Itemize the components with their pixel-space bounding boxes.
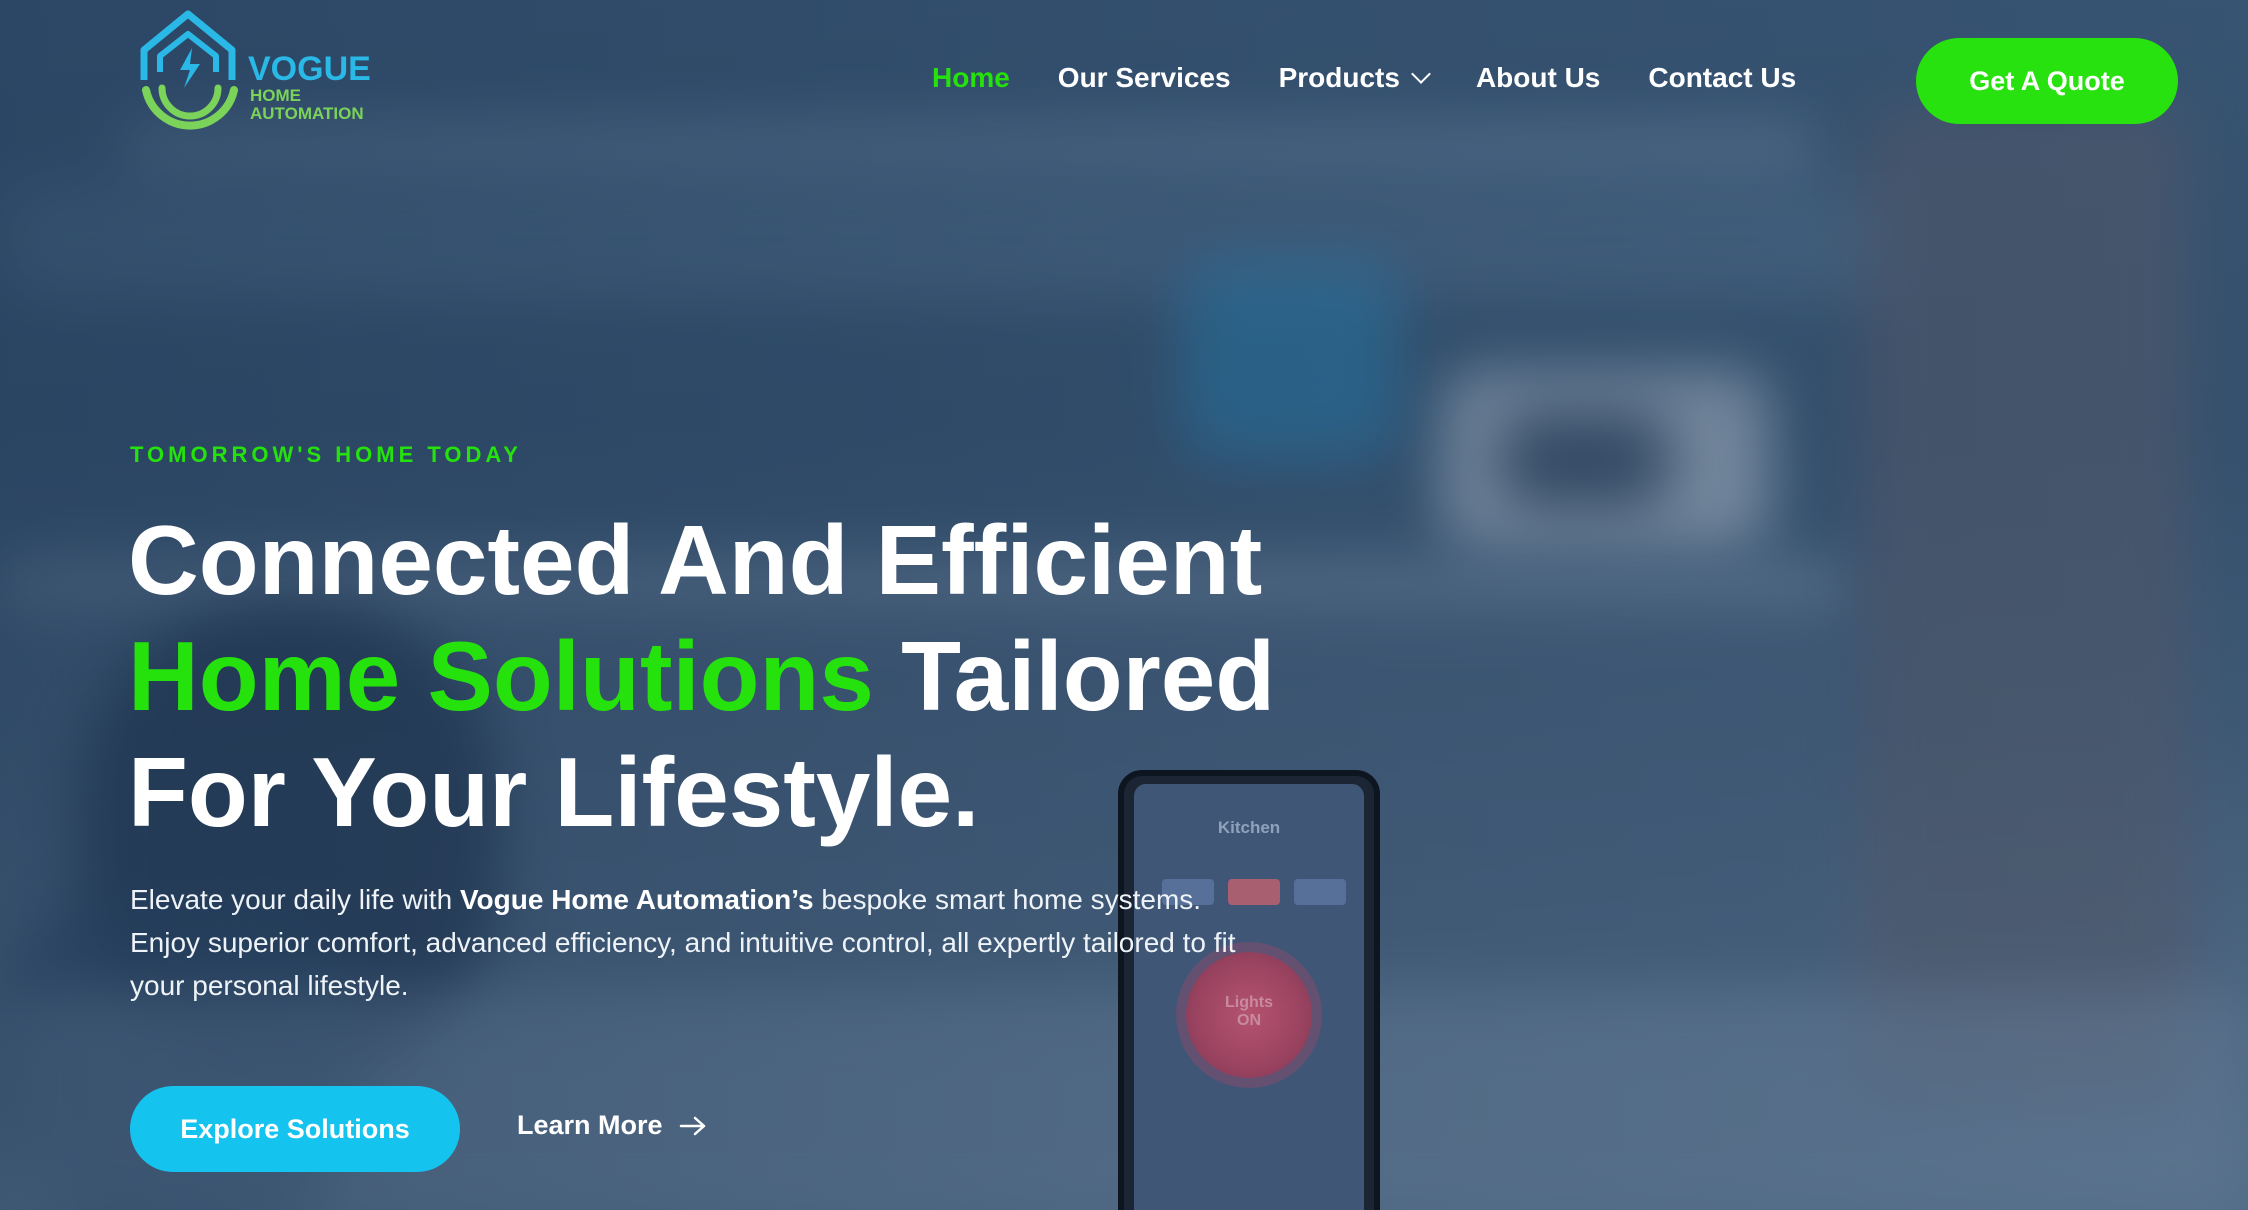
main-nav: Home Our Services Products About Us Cont… — [932, 62, 1844, 94]
nav-item-home[interactable]: Home — [932, 62, 1010, 94]
logo-wordmark: VOGUE — [248, 50, 371, 88]
arrow-right-icon — [679, 1116, 705, 1135]
hero-headline: Connected And Efficient Home Solutions T… — [128, 502, 1428, 850]
headline-line-1: Connected And Efficient — [128, 505, 1263, 615]
house-bolt-icon — [140, 10, 238, 130]
learn-more-link[interactable]: Learn More — [517, 1110, 707, 1141]
hero-description: Elevate your daily life with Vogue Home … — [130, 878, 1250, 1007]
hero-eyebrow: TOMORROW'S HOME TODAY — [130, 442, 522, 467]
nav-item-products[interactable]: Products — [1278, 62, 1431, 94]
logo-tagline-2: AUTOMATION — [250, 104, 364, 123]
phone-device-tab — [1294, 879, 1346, 905]
nav-item-label: Home — [932, 62, 1010, 93]
nav-item-label: Products — [1278, 62, 1400, 93]
logo-tagline-1: HOME — [250, 86, 301, 105]
nav-item-about-us[interactable]: About Us — [1476, 62, 1600, 94]
chevron-down-icon — [1411, 64, 1431, 84]
nav-item-contact-us[interactable]: Contact Us — [1648, 62, 1796, 94]
desc-prefix: Elevate your daily life with — [130, 884, 460, 915]
brand-logo[interactable]: VOGUE HOME AUTOMATION — [136, 10, 376, 140]
nav-item-label: About Us — [1475, 62, 1601, 93]
learn-more-label: Learn More — [517, 1110, 663, 1140]
headline-line-3: For Your Lifestyle. — [128, 737, 980, 847]
dial-label-2: ON — [1237, 1012, 1261, 1029]
nav-item-our-services[interactable]: Our Services — [1058, 62, 1231, 94]
headline-line-2: Tailored — [901, 621, 1276, 731]
get-a-quote-button[interactable]: Get A Quote — [1916, 38, 2178, 124]
nav-item-label: Our Services — [1057, 62, 1231, 93]
nav-item-label: Contact Us — [1648, 62, 1797, 93]
desc-brand: Vogue Home Automation’s — [459, 884, 814, 915]
headline-highlight: Home Solutions — [128, 621, 874, 731]
explore-solutions-button[interactable]: Explore Solutions — [130, 1086, 460, 1172]
